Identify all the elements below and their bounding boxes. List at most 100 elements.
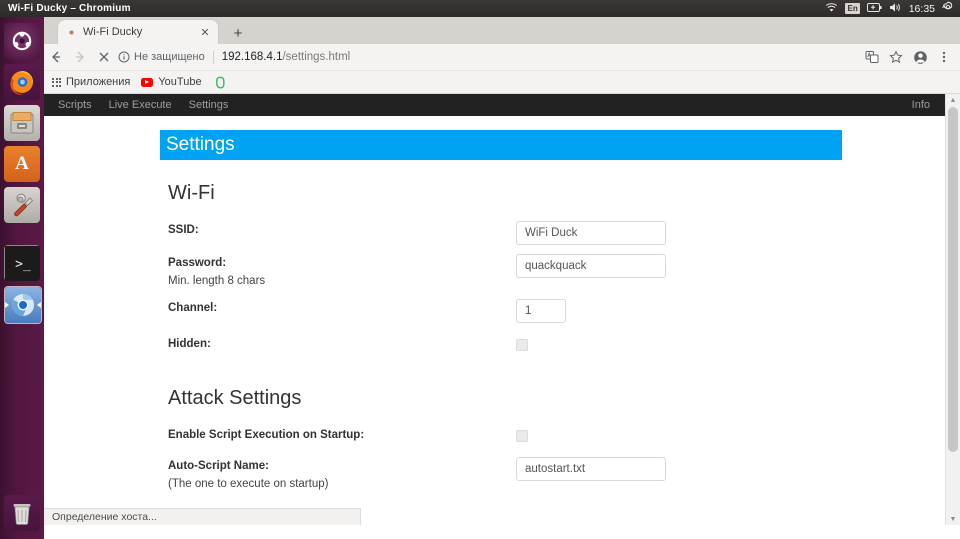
nav-item-live-execute[interactable]: Live Execute — [109, 99, 172, 111]
new-tab-button[interactable]: + — [228, 23, 248, 43]
field-row-hidden: Hidden: — [168, 335, 960, 357]
tab-strip: Wi-Fi Ducky ✕ + — [44, 17, 960, 44]
amazon-letter: A — [15, 153, 29, 175]
scroll-up-arrow-icon[interactable]: ▲ — [946, 94, 960, 106]
bookmarks-bar: Приложения YouTube — [44, 71, 960, 94]
field-row-ssid: SSID: WiFi Duck — [168, 221, 960, 245]
omnibox-divider — [213, 51, 214, 64]
clock[interactable]: 16:35 — [909, 3, 935, 15]
section-title-wifi: Wi-Fi — [168, 182, 960, 205]
evernote-icon — [213, 76, 225, 89]
account-avatar-icon[interactable] — [908, 45, 932, 69]
launcher-item-terminal[interactable]: >_ — [4, 245, 40, 281]
three-dot-menu-icon[interactable] — [932, 45, 956, 69]
enable-script-execution-checkbox[interactable] — [516, 430, 528, 442]
desktop-screen: Wi-Fi Ducky – Chromium En — [0, 0, 960, 539]
security-chip[interactable]: Не защищено — [118, 51, 205, 63]
security-status-label: Не защищено — [134, 51, 205, 63]
launcher-item-amazon[interactable]: A — [4, 146, 40, 182]
chromium-window: Wi-Fi Ducky ✕ + — [44, 17, 960, 539]
star-icon[interactable] — [884, 45, 908, 69]
window-title: Wi-Fi Ducky – Chromium — [8, 3, 131, 14]
address-bar[interactable]: Не защищено 192.168.4.1 /settings.html — [118, 47, 856, 67]
scroll-down-arrow-icon[interactable]: ▼ — [946, 513, 960, 525]
launcher-item-system-settings[interactable] — [4, 187, 40, 223]
chromium-icon — [5, 287, 41, 323]
url-host: 192.168.4.1 — [222, 51, 283, 63]
launcher-item-firefox[interactable] — [4, 64, 40, 100]
auto-script-name-input[interactable]: autostart.txt — [516, 457, 666, 481]
unity-launcher: A >_ — [0, 17, 44, 539]
field-label-channel: Channel: — [168, 299, 516, 314]
launcher-item-files[interactable] — [4, 105, 40, 141]
gear-wrench-icon — [4, 187, 40, 223]
page-scrollbar[interactable]: ▲ ▼ — [945, 94, 960, 525]
toolbar-right-actions — [860, 45, 960, 69]
page-viewport: Scripts Live Execute Settings Info Setti… — [44, 94, 960, 525]
field-row-channel: Channel: 1 — [168, 299, 960, 323]
wifi-icon[interactable] — [825, 2, 838, 16]
status-bubble: Определение хоста... — [44, 508, 361, 525]
nav-item-settings[interactable]: Settings — [189, 99, 229, 111]
hidden-label: Hidden: — [168, 338, 516, 350]
channel-label: Channel: — [168, 302, 516, 314]
password-hint: Min. length 8 chars — [168, 275, 516, 287]
hidden-checkbox[interactable] — [516, 339, 528, 351]
launcher-item-trash[interactable] — [4, 495, 40, 531]
close-icon[interactable]: ✕ — [197, 24, 213, 40]
ssid-input[interactable]: WiFi Duck — [516, 221, 666, 245]
tab-title: Wi-Fi Ducky — [83, 26, 197, 38]
terminal-prompt-glyph: >_ — [15, 257, 31, 272]
enable-script-execution-label: Enable Script Execution on Startup: — [168, 429, 516, 441]
settings-page-content: Settings Wi-Fi SSID: WiFi Duck Password:… — [44, 130, 960, 490]
focused-indicator-right — [37, 302, 41, 308]
bookmark-youtube-label: YouTube — [158, 76, 201, 88]
scrollbar-thumb[interactable] — [948, 107, 958, 452]
youtube-icon — [141, 78, 153, 87]
nav-item-info[interactable]: Info — [912, 99, 930, 111]
browser-toolbar: Не защищено 192.168.4.1 /settings.html — [44, 44, 960, 71]
terminal-icon: >_ — [4, 245, 40, 281]
auto-script-name-label: Auto-Script Name: — [168, 460, 516, 472]
volume-icon[interactable] — [889, 2, 902, 16]
info-circle-icon — [118, 51, 130, 63]
trash-icon — [4, 495, 40, 531]
auto-script-name-hint: (The one to execute on startup) — [168, 478, 516, 490]
field-label-password: Password: Min. length 8 chars — [168, 254, 516, 287]
bookmark-youtube[interactable]: YouTube — [141, 76, 201, 88]
field-row-auto-script-name: Auto-Script Name: (The one to execute on… — [168, 457, 960, 490]
translate-icon[interactable] — [860, 45, 884, 69]
bookmark-apps-label: Приложения — [66, 76, 130, 88]
password-label: Password: — [168, 257, 516, 269]
page-title: Settings — [160, 130, 842, 160]
firefox-icon — [4, 64, 40, 100]
system-top-panel: Wi-Fi Ducky – Chromium En — [0, 0, 960, 17]
stop-loading-icon[interactable] — [92, 45, 116, 69]
field-label-auto-script-name: Auto-Script Name: (The one to execute on… — [168, 457, 516, 490]
gear-icon[interactable] — [942, 1, 954, 16]
field-row-password: Password: Min. length 8 chars quackquack — [168, 254, 960, 287]
nav-item-scripts[interactable]: Scripts — [58, 99, 92, 111]
browser-tab-wifi-ducky[interactable]: Wi-Fi Ducky ✕ — [58, 20, 218, 44]
forward-arrow-icon[interactable] — [68, 45, 92, 69]
password-input[interactable]: quackquack — [516, 254, 666, 278]
file-manager-icon — [4, 105, 40, 141]
channel-input[interactable]: 1 — [516, 299, 566, 323]
url-path: /settings.html — [282, 51, 350, 63]
amazon-icon: A — [4, 146, 40, 182]
ubuntu-logo-icon — [4, 23, 40, 59]
page-favicon — [66, 27, 77, 38]
launcher-item-chromium[interactable] — [4, 286, 42, 324]
field-label-ssid: SSID: — [168, 221, 516, 236]
field-label-hidden: Hidden: — [168, 335, 516, 350]
bookmark-apps[interactable]: Приложения — [52, 76, 130, 88]
field-row-enable-script-execution: Enable Script Execution on Startup: — [168, 426, 960, 448]
launcher-item-dash-home[interactable] — [4, 23, 40, 59]
apps-grid-icon — [52, 78, 61, 87]
back-arrow-icon[interactable] — [44, 45, 68, 69]
system-tray: En 16:35 — [825, 0, 954, 17]
running-indicator-left — [5, 302, 9, 308]
keyboard-layout-indicator[interactable]: En — [845, 3, 859, 14]
bookmark-evernote[interactable] — [213, 76, 225, 89]
battery-icon[interactable] — [867, 3, 882, 15]
